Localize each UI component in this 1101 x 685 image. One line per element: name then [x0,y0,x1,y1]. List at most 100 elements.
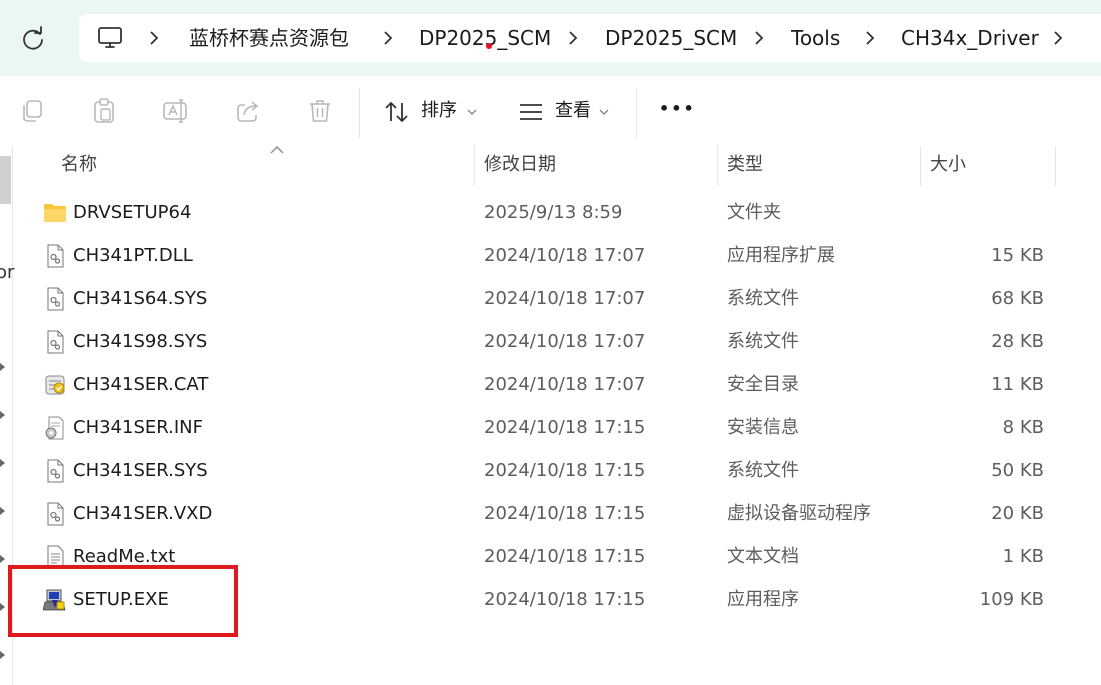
file-name: CH341SER.SYS [73,460,208,481]
file-size: 20 KB [991,503,1044,524]
file-row[interactable]: CH341S98.SYS 2024/10/18 17:07 系统文件 28 KB [12,321,1101,364]
delete-icon[interactable] [306,97,334,125]
file-row[interactable]: CH341SER.CAT 2024/10/18 17:07 安全目录 11 KB [12,364,1101,407]
column-divider[interactable] [1055,146,1056,186]
file-size: 68 KB [991,288,1044,309]
file-size: 109 KB [979,589,1044,610]
file-size: 11 KB [991,374,1044,395]
column-divider[interactable] [920,146,921,186]
toolbar-divider [359,88,360,138]
rename-icon[interactable] [162,97,190,125]
sort-icon [385,102,408,122]
file-row[interactable]: CH341S64.SYS 2024/10/18 17:07 系统文件 68 KB [12,278,1101,321]
sys-file-icon [47,287,64,311]
more-options-button[interactable]: ••• [655,92,695,130]
chevron-down-icon [599,109,609,115]
file-type: 应用程序扩展 [727,245,835,266]
dll-file-icon [47,244,64,268]
file-row[interactable]: DRVSETUP64 2025/9/13 8:59 文件夹 [12,192,1101,235]
chevron-right-icon[interactable] [566,29,580,47]
view-icon [520,104,542,120]
chevron-right-icon[interactable] [147,29,161,47]
column-divider[interactable] [717,146,718,186]
chevron-right-icon[interactable] [863,29,877,47]
more-options-icon: ••• [659,99,696,118]
column-header: 名称 修改日期 类型 大小 [12,146,1101,186]
share-icon[interactable] [234,97,262,125]
chevron-right-icon[interactable] [1051,29,1065,47]
column-header-size[interactable]: 大小 [930,154,966,176]
column-header-date[interactable]: 修改日期 [484,154,556,176]
file-row[interactable]: CH341SER.SYS 2024/10/18 17:15 系统文件 50 KB [12,450,1101,493]
breadcrumb-item[interactable]: 蓝桥杯赛点资源包 [189,26,349,50]
breadcrumb-item[interactable]: DP2025_SCM [605,26,737,50]
breadcrumb[interactable]: 蓝桥杯赛点资源包 DP2025_SCM DP2025_SCM Tools CH3… [79,14,1101,62]
file-type: 应用程序 [727,589,799,610]
file-size: 8 KB [1002,417,1044,438]
file-name: CH341S98.SYS [73,331,208,352]
chevron-right-icon[interactable] [0,650,6,660]
file-date: 2024/10/18 17:07 [484,288,646,309]
file-type: 虚拟设备驱动程序 [727,503,871,524]
file-type: 系统文件 [727,288,799,309]
chevron-right-icon[interactable] [752,29,766,47]
chevron-right-icon[interactable] [0,554,6,564]
column-header-name[interactable]: 名称 [61,154,97,176]
sort-ascending-icon [270,146,284,154]
file-row[interactable]: CH341PT.DLL 2024/10/18 17:07 应用程序扩展 15 K… [12,235,1101,278]
file-date: 2024/10/18 17:07 [484,374,646,395]
file-size: 15 KB [991,245,1044,266]
breadcrumb-item[interactable]: CH34x_Driver [901,26,1039,50]
file-row[interactable]: CH341SER.VXD 2024/10/18 17:15 虚拟设备驱动程序 2… [12,493,1101,536]
toolbar-divider [636,88,637,138]
file-name: CH341SER.CAT [73,374,209,395]
file-type: 系统文件 [727,460,799,481]
file-name: CH341SER.VXD [73,503,213,524]
red-dot-marker [486,43,492,49]
chevron-right-icon[interactable] [0,410,6,420]
file-date: 2024/10/18 17:15 [484,460,646,481]
breadcrumb-item[interactable]: Tools [791,26,840,50]
chevron-right-icon[interactable] [381,29,395,47]
chevron-right-icon[interactable] [0,506,6,516]
sys-file-icon [47,459,64,483]
file-date: 2024/10/18 17:07 [484,331,646,352]
nav-scrollbar-thumb[interactable] [0,156,11,204]
paste-icon[interactable] [90,97,118,125]
file-size: 1 KB [1002,546,1044,567]
file-size: 50 KB [991,460,1044,481]
sort-label: 排序 [421,100,457,121]
chevron-right-icon[interactable] [0,458,6,468]
file-type: 文本文档 [727,546,799,567]
sys-file-icon [47,330,64,354]
file-name: CH341SER.INF [73,417,203,438]
sort-button[interactable]: 排序 [380,92,480,130]
chevron-right-icon[interactable] [0,362,6,372]
inf-file-icon [45,416,64,440]
computer-icon[interactable] [97,25,123,51]
file-date: 2024/10/18 17:15 [484,546,646,567]
vxd-file-icon [47,502,64,526]
column-header-type[interactable]: 类型 [727,154,763,176]
file-type: 系统文件 [727,331,799,352]
refresh-icon[interactable] [20,26,46,52]
view-label: 查看 [555,100,591,121]
file-size: 28 KB [991,331,1044,352]
catalog-file-icon [45,375,65,395]
chevron-down-icon [467,109,477,115]
file-name: CH341S64.SYS [73,288,208,309]
copy-icon[interactable] [18,97,46,125]
file-type: 安全目录 [727,374,799,395]
command-bar: 排序 查看 ••• [0,76,1101,146]
view-button[interactable]: 查看 [517,92,617,130]
file-type: 文件夹 [727,202,781,223]
file-row[interactable]: CH341SER.INF 2024/10/18 17:15 安装信息 8 KB [12,407,1101,450]
file-date: 2024/10/18 17:07 [484,245,646,266]
file-date: 2024/10/18 17:15 [484,417,646,438]
folder-icon [44,204,66,222]
column-divider[interactable] [474,146,475,186]
file-type: 安装信息 [727,417,799,438]
chevron-right-icon[interactable] [0,602,6,612]
file-date: 2024/10/18 17:15 [484,589,646,610]
file-name: CH341PT.DLL [73,245,193,266]
